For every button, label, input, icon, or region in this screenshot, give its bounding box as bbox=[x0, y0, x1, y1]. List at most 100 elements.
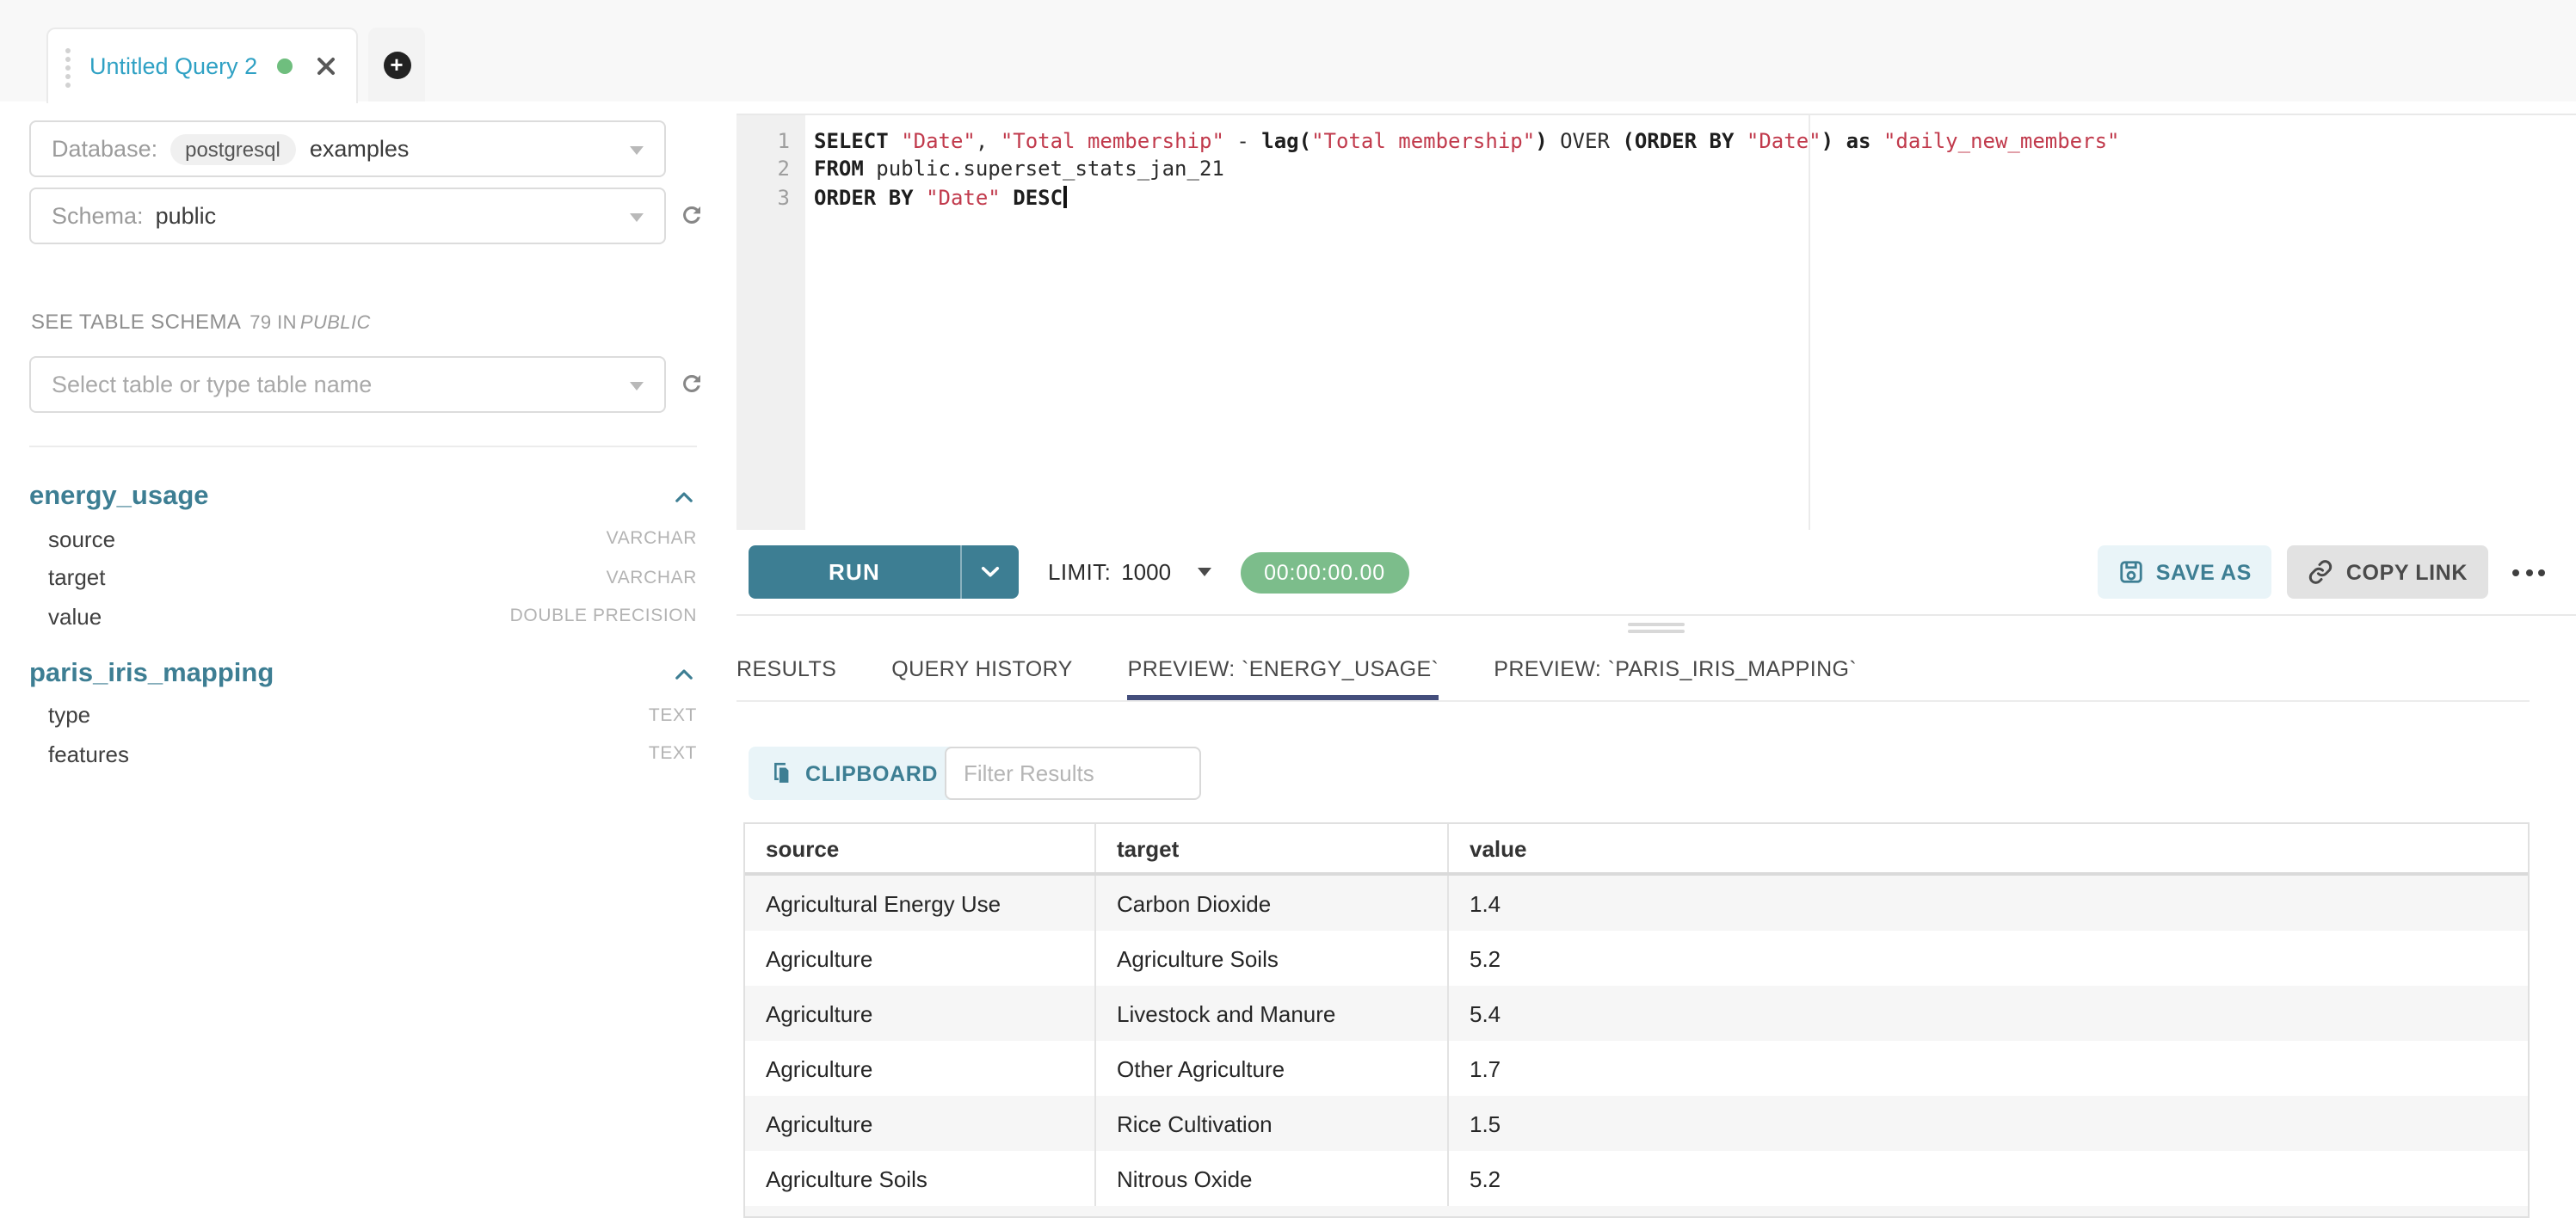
line-number: 2 bbox=[736, 156, 805, 184]
clipboard-button[interactable]: CLIPBOARD bbox=[749, 747, 958, 800]
table-cell: Nitrous Oxide bbox=[1096, 1151, 1449, 1206]
more-actions-button[interactable] bbox=[2512, 569, 2545, 575]
south-tab[interactable]: RESULTS bbox=[736, 638, 836, 700]
column-type: TEXT bbox=[649, 744, 697, 765]
caret-down-icon bbox=[630, 145, 644, 154]
see-table-schema-text: SEE TABLE SCHEMA bbox=[31, 310, 241, 334]
database-select[interactable]: Database: postgresql examples bbox=[29, 120, 666, 177]
schema-column-row: target VARCHAR bbox=[29, 558, 697, 597]
schema-scope-text: PUBLIC bbox=[300, 313, 371, 334]
table-cell: 5.4 bbox=[1449, 986, 2528, 1041]
south-tab[interactable]: QUERY HISTORY bbox=[891, 638, 1072, 700]
save-as-label: SAVE AS bbox=[2156, 560, 2252, 584]
schema-column-row: valueDOUBLE PRECISION bbox=[29, 597, 697, 636]
column-type: VARCHAR bbox=[607, 568, 697, 588]
table-cell: Agriculture bbox=[745, 1096, 1096, 1151]
table-row: AgricultureOther Agriculture1.7 bbox=[745, 1041, 2528, 1096]
table-cell: 1.5 bbox=[1449, 1096, 2528, 1151]
run-button-group: RUN bbox=[749, 545, 1019, 599]
query-status-dot-icon bbox=[276, 58, 292, 74]
table-name: energy_usage bbox=[29, 482, 209, 513]
refresh-tables-icon[interactable] bbox=[678, 370, 709, 401]
query-timer-badge: 00:00:00.00 bbox=[1240, 551, 1409, 593]
query-tab[interactable]: Untitled Query 2 bbox=[46, 28, 358, 103]
code-line: FROM public.superset_stats_jan_21 bbox=[814, 156, 2576, 184]
save-as-button[interactable]: SAVE AS bbox=[2098, 545, 2272, 599]
run-dropdown-button[interactable] bbox=[962, 545, 1019, 599]
caret-down-icon bbox=[630, 212, 644, 221]
table-row: AgricultureAgriculture Soils5.2 bbox=[745, 931, 2528, 986]
table-cell: Agricultural Energy Use bbox=[745, 876, 1096, 931]
results-table: sourcetargetvalueAgricultural Energy Use… bbox=[743, 822, 2530, 1218]
schema-column-row: typeTEXT bbox=[29, 696, 697, 735]
code-line: SELECT "Date", "Total membership" - lag(… bbox=[814, 127, 2576, 156]
chevron-up-icon[interactable] bbox=[675, 490, 697, 504]
south-tab[interactable]: PREVIEW: `ENERGY_USAGE` bbox=[1128, 638, 1439, 700]
table-cell: 1.7 bbox=[1449, 1041, 2528, 1096]
save-icon bbox=[2118, 559, 2144, 585]
table-cell: Carbon Dioxide bbox=[1096, 876, 1449, 931]
table-section-header[interactable]: paris_iris_mapping bbox=[29, 651, 697, 696]
copy-link-label: COPY LINK bbox=[2346, 560, 2468, 584]
results-header-cell[interactable]: target bbox=[1096, 824, 1449, 872]
column-name: type bbox=[48, 703, 90, 729]
sql-editor[interactable]: 123 SELECT "Date", "Total membership" - … bbox=[736, 114, 2576, 530]
south-tab[interactable]: PREVIEW: `PARIS_IRIS_MAPPING` bbox=[1494, 638, 1857, 700]
schema-column-row: sourceVARCHAR bbox=[29, 520, 697, 558]
results-header-cell[interactable]: source bbox=[745, 824, 1096, 872]
table-select-placeholder: Select table or type table name bbox=[52, 372, 372, 397]
limit-dropdown[interactable]: LIMIT: 1000 bbox=[1048, 559, 1211, 585]
sql-code[interactable]: SELECT "Date", "Total membership" - lag(… bbox=[814, 127, 2576, 212]
limit-value: 1000 bbox=[1121, 559, 1171, 585]
plus-icon: + bbox=[383, 51, 410, 78]
table-schema-section: paris_iris_mapping typeTEXT features TEXT bbox=[29, 651, 697, 773]
column-type: DOUBLE PRECISION bbox=[510, 606, 697, 627]
table-row: AgricultureLivestock and Manure5.4 bbox=[745, 986, 2528, 1041]
table-cell: Livestock and Manure bbox=[1096, 986, 1449, 1041]
table-row: AgricultureRice Cultivation1.5 bbox=[745, 1096, 2528, 1151]
table-row: Agriculture SoilsNitrous Oxide5.2 bbox=[745, 1151, 2528, 1206]
schema-column-row: features TEXT bbox=[29, 735, 697, 773]
table-cell: 5.2 bbox=[1449, 931, 2528, 986]
column-name: features bbox=[48, 741, 129, 767]
code-line: ORDER BY "Date" DESC bbox=[814, 184, 2576, 212]
table-row-partial bbox=[745, 1206, 2528, 1216]
table-cell: Agriculture bbox=[745, 1041, 1096, 1096]
results-header-cell[interactable]: value bbox=[1449, 824, 2528, 872]
table-section-header[interactable]: energy_usage bbox=[29, 475, 697, 520]
caret-down-icon bbox=[630, 381, 644, 390]
schema-name: public bbox=[156, 203, 217, 229]
filter-results-input[interactable] bbox=[945, 747, 1201, 800]
table-name: paris_iris_mapping bbox=[29, 658, 274, 689]
chevron-up-icon[interactable] bbox=[675, 667, 697, 680]
copy-link-button[interactable]: COPY LINK bbox=[2288, 545, 2488, 599]
drag-handle-icon[interactable] bbox=[65, 48, 71, 53]
tab-join bbox=[48, 100, 356, 105]
add-tab-button[interactable]: + bbox=[368, 28, 425, 102]
table-cell: Other Agriculture bbox=[1096, 1041, 1449, 1096]
schema-select[interactable]: Schema: public bbox=[29, 188, 666, 244]
line-number: 3 bbox=[736, 184, 805, 212]
table-row: Agricultural Energy UseCarbon Dioxide1.4 bbox=[745, 876, 2528, 931]
editor-tab-bar: Untitled Query 2 + bbox=[0, 0, 2576, 102]
table-cell: Agriculture Soils bbox=[1096, 931, 1449, 986]
sql-lab-app: Untitled Query 2 + Database: postgresql … bbox=[0, 0, 2576, 1213]
link-icon bbox=[2308, 559, 2334, 585]
run-button[interactable]: RUN bbox=[749, 545, 962, 599]
column-type: VARCHAR bbox=[607, 529, 697, 550]
clipboard-label: CLIPBOARD bbox=[805, 761, 938, 785]
table-cell: Agriculture bbox=[745, 931, 1096, 986]
south-pane-tabs: RESULTS QUERY HISTORY PREVIEW: `ENERGY_USA… bbox=[736, 638, 2530, 702]
database-name: examples bbox=[310, 136, 410, 162]
sidebar-divider bbox=[29, 446, 697, 447]
table-count-text: 79 IN bbox=[250, 313, 297, 334]
refresh-schemas-icon[interactable] bbox=[678, 201, 709, 232]
column-name: target bbox=[48, 565, 106, 591]
table-select[interactable]: Select table or type table name bbox=[29, 356, 666, 413]
close-tab-icon[interactable] bbox=[316, 57, 335, 76]
line-number: 1 bbox=[736, 127, 805, 156]
editor-gutter: 123 bbox=[736, 115, 805, 530]
pane-resize-handle[interactable] bbox=[736, 619, 2576, 637]
editor-toolbar: RUN LIMIT: 1000 00:00:00.00 SAVE AS COPY… bbox=[736, 530, 2576, 616]
table-cell: 1.4 bbox=[1449, 876, 2528, 931]
